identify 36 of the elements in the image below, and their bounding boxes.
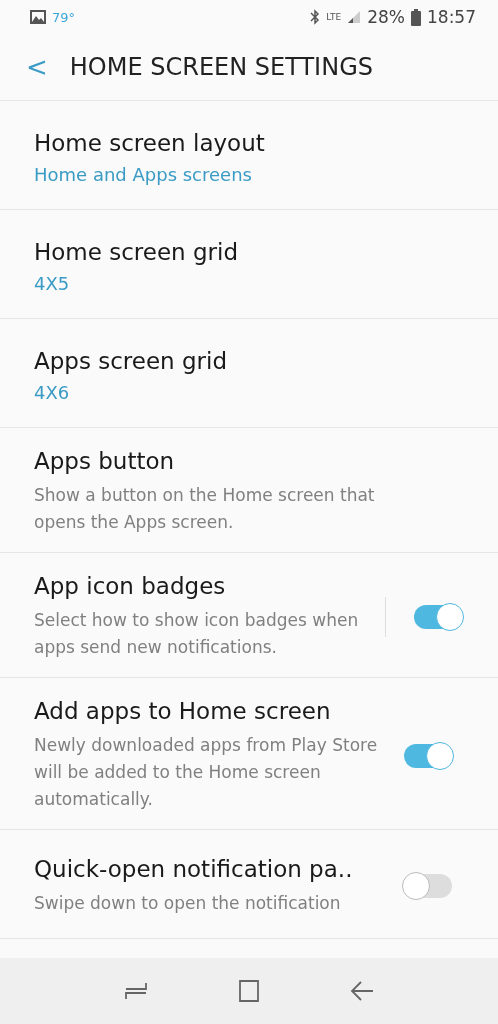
setting-description: Show a button on the Home screen that opens the Apps screen.: [34, 484, 376, 534]
setting-title: Quick-open notification pa..: [34, 855, 354, 882]
setting-item[interactable]: Apps screen grid 4X6: [0, 319, 498, 428]
battery-icon: [411, 8, 421, 26]
recent-apps-icon[interactable]: [124, 980, 149, 1002]
setting-title: Home screen layout: [34, 129, 266, 156]
setting-item[interactable]: Apps button Show a button on the Home screen that opens the Apps screen.: [0, 428, 498, 553]
setting-description: Select how to show icon badges when apps send new notifications.: [34, 609, 360, 659]
setting-value: 4X5: [34, 272, 71, 294]
toggle-switch[interactable]: [414, 605, 462, 629]
back-icon[interactable]: [349, 980, 374, 1002]
toggle-switch[interactable]: [404, 743, 452, 768]
setting-item[interactable]: Home screen layout Home and Apps screens: [0, 101, 498, 210]
network-type: LTE: [326, 12, 342, 22]
setting-title: Home screen grid: [34, 238, 240, 265]
setting-description: Newly downloaded apps from Play Store will be added to the Home screen automatically.: [34, 734, 379, 811]
bluetooth-icon: [310, 9, 321, 25]
setting-description: Swipe down to open the notification: [34, 891, 342, 915]
setting-item[interactable]: App icon badges Select how to show icon badges when apps send new notifications.: [0, 553, 498, 678]
temperature: 79°: [52, 9, 76, 25]
setting-item[interactable]: Add apps to Home screen Newly downloaded apps from Play Store will be added to the Home screen automatically.: [0, 678, 498, 830]
setting-item[interactable]: Home screen grid 4X5: [0, 210, 498, 319]
setting-item[interactable]: Quick-open notification pa.. Swipe down to open the notification: [0, 830, 498, 939]
home-icon[interactable]: [237, 979, 261, 1003]
gallery-icon: [30, 10, 46, 24]
setting-value: 4X6: [34, 381, 71, 403]
battery-percent: 28%: [367, 7, 405, 27]
setting-value: Home and Apps screens: [34, 163, 253, 185]
screen-title: HOME SCREEN SETTINGS: [69, 53, 373, 81]
signal-icon: [347, 10, 362, 24]
toggle-switch[interactable]: [404, 874, 452, 898]
setting-title: App icon badges: [34, 573, 227, 599]
setting-title: Apps screen grid: [34, 347, 229, 374]
clock: 18:57: [427, 7, 476, 27]
setting-title: Apps button: [34, 448, 176, 474]
setting-title: Add apps to Home screen: [34, 698, 332, 724]
